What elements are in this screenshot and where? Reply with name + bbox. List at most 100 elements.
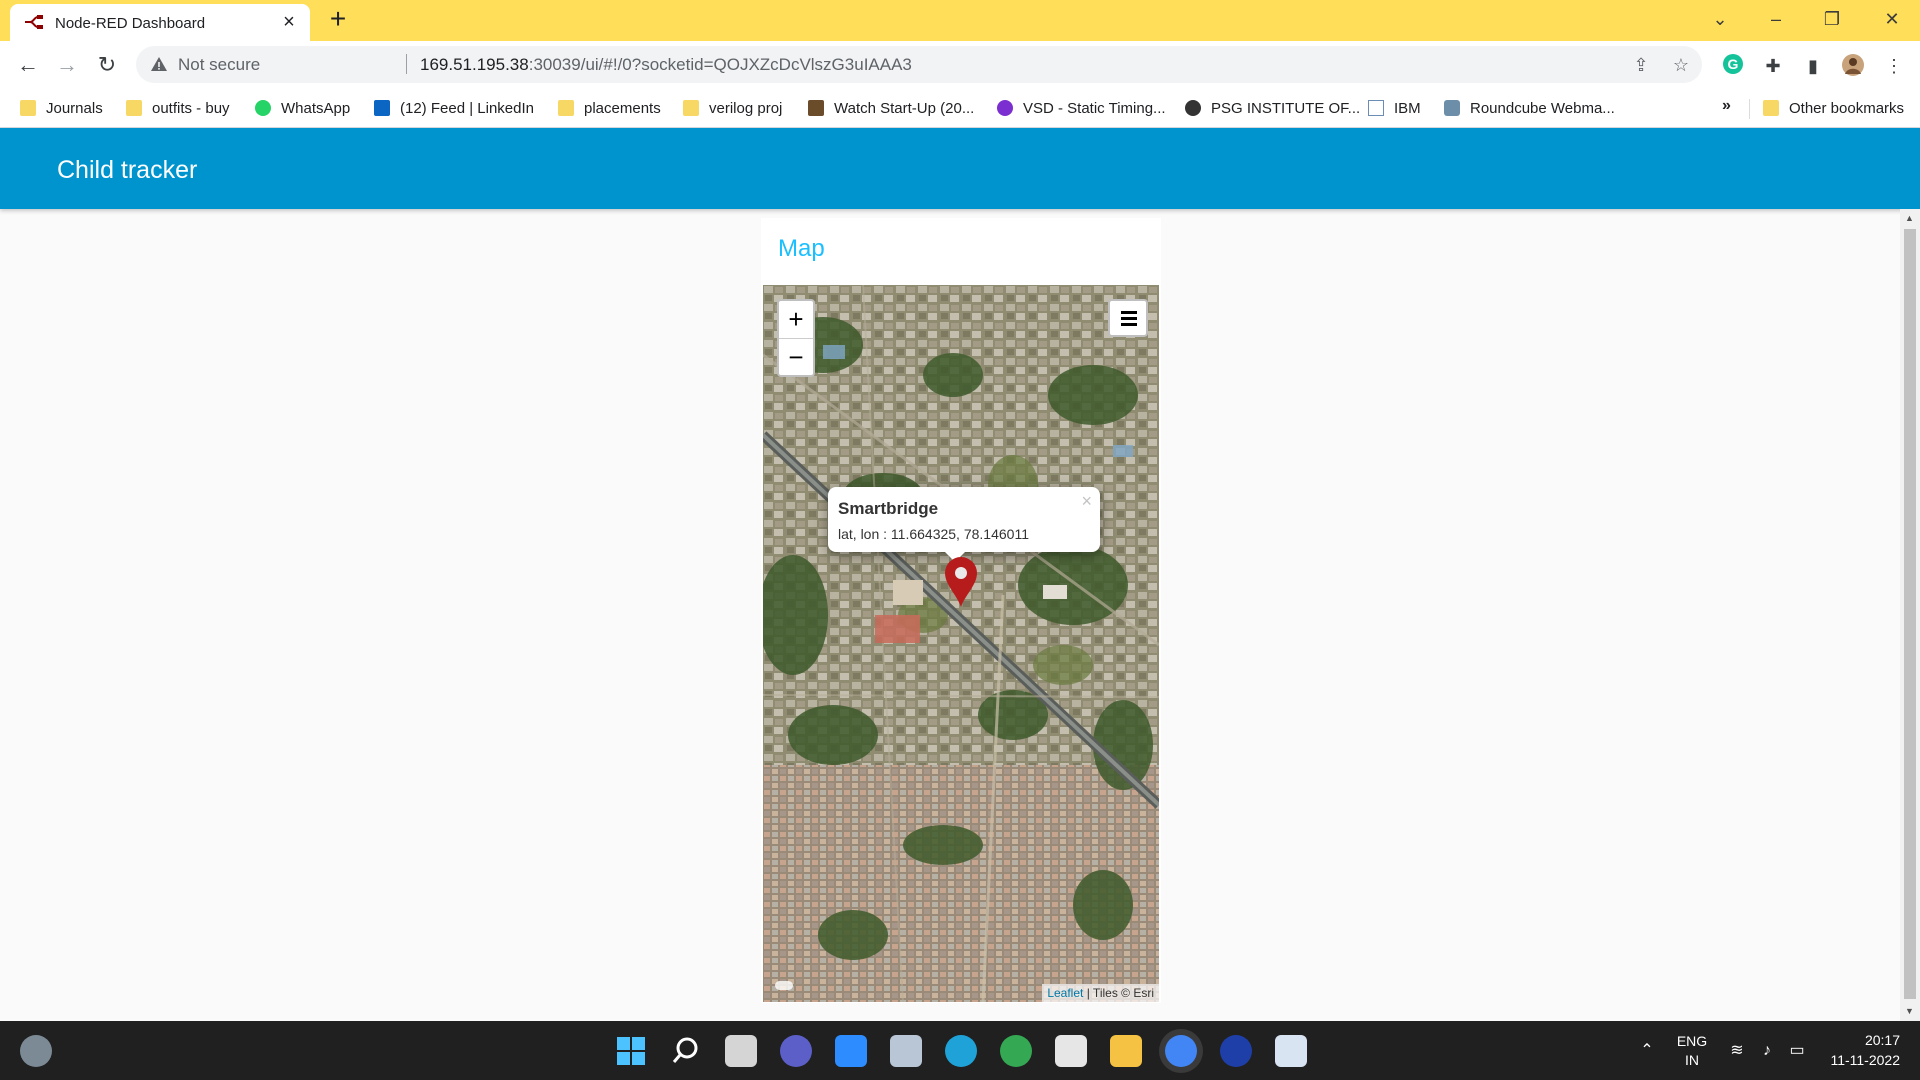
- bookmark-label: VSD - Static Timing...: [1023, 99, 1166, 117]
- url-path: :30039/ui/#!/0?socketid=QOJXZcDcVlszG3uI…: [528, 55, 912, 74]
- bookmark-whatsapp[interactable]: WhatsApp: [255, 97, 350, 119]
- security-label[interactable]: Not secure: [178, 55, 260, 75]
- whatsapp-icon: [255, 100, 271, 116]
- new-tab-button[interactable]: +: [324, 5, 352, 34]
- file-explorer-icon[interactable]: [1110, 1035, 1142, 1067]
- clock-date[interactable]: 11-11-2022: [1820, 1052, 1900, 1068]
- chrome-profile-icon[interactable]: [1000, 1035, 1032, 1067]
- language-bottom[interactable]: IN: [1672, 1052, 1712, 1068]
- scrollbar-thumb[interactable]: [1904, 229, 1916, 999]
- extensions-icon[interactable]: ✚: [1760, 53, 1786, 79]
- bookmark-label: Watch Start-Up (20...: [834, 99, 975, 117]
- window-close-icon[interactable]: ✕: [1864, 0, 1920, 41]
- card-title: Map: [778, 235, 825, 262]
- hamburger-icon: [1121, 311, 1137, 314]
- roundcube-icon: [1444, 100, 1460, 116]
- tab-close-icon[interactable]: ×: [278, 11, 300, 33]
- address-bar[interactable]: Not secure 169.51.195.38:30039/ui/#!/0?s…: [136, 46, 1702, 83]
- snipping-app-icon[interactable]: [890, 1035, 922, 1067]
- bookmark-roundcube[interactable]: Roundcube Webma...: [1444, 97, 1615, 119]
- side-panel-icon[interactable]: ▮: [1800, 53, 1826, 79]
- tab-search-icon[interactable]: ⌄: [1692, 0, 1748, 41]
- popup-title: Smartbridge: [838, 499, 939, 518]
- map-marker-icon[interactable]: [943, 555, 979, 609]
- bookmark-vsd[interactable]: VSD - Static Timing...: [997, 97, 1166, 119]
- zoom-in-button[interactable]: +: [779, 301, 813, 338]
- leaflet-link[interactable]: Leaflet: [1047, 986, 1083, 1000]
- layers-menu-button[interactable]: [1108, 299, 1148, 337]
- bookmark-psg[interactable]: PSG INSTITUTE OF...: [1185, 97, 1360, 119]
- clock-time[interactable]: 20:17: [1820, 1032, 1900, 1048]
- volume-icon[interactable]: ♪: [1756, 1040, 1778, 1062]
- bookmark-linkedin[interactable]: (12) Feed | LinkedIn: [374, 97, 534, 119]
- tab-strip: Node-RED Dashboard × + ⌄ – ❐ ✕: [0, 0, 1920, 41]
- popup-coordinates: lat, lon : 11.664325, 78.146011: [838, 526, 1029, 542]
- bookmark-ibm[interactable]: IBM: [1368, 97, 1421, 119]
- scroll-up-icon[interactable]: ▲: [1905, 213, 1914, 223]
- forward-icon[interactable]: →: [53, 51, 81, 79]
- bookmark-label: Journals: [46, 99, 103, 117]
- tray-overflow-icon[interactable]: ⌃: [1636, 1040, 1658, 1062]
- webex-icon[interactable]: [1220, 1035, 1252, 1067]
- linkedin-icon: [374, 100, 390, 116]
- bookmarks-overflow-icon[interactable]: »: [1722, 97, 1731, 115]
- bookmarks-divider: [1749, 99, 1750, 119]
- chrome-icon[interactable]: [1165, 1035, 1197, 1067]
- start-icon[interactable]: [615, 1035, 647, 1067]
- snip-tool-icon[interactable]: [1055, 1035, 1087, 1067]
- bookmark-label: verilog proj: [709, 99, 783, 117]
- wifi-icon[interactable]: ≋: [1726, 1040, 1748, 1062]
- node-red-icon: [25, 15, 43, 29]
- hamburger-icon: [1121, 317, 1137, 320]
- folder-icon: [20, 100, 36, 116]
- bookmark-verilog-proj[interactable]: verilog proj: [683, 97, 782, 119]
- share-icon[interactable]: ⇪: [1630, 54, 1652, 76]
- warning-icon: [151, 57, 167, 71]
- bookmark-outfits-buy[interactable]: outfits - buy: [126, 97, 230, 119]
- omnibox-divider: [406, 54, 407, 74]
- bookmark-label: placements: [584, 99, 661, 117]
- bookmark-placements[interactable]: placements: [558, 97, 661, 119]
- hamburger-icon: [1121, 323, 1137, 326]
- zoom-app-icon[interactable]: [835, 1035, 867, 1067]
- reload-icon[interactable]: ↻: [93, 51, 121, 79]
- restore-icon[interactable]: ❐: [1804, 0, 1860, 41]
- browser-tab[interactable]: Node-RED Dashboard ×: [10, 4, 310, 41]
- back-icon[interactable]: ←: [14, 51, 42, 79]
- bookmark-watch-startup[interactable]: Watch Start-Up (20...: [808, 97, 974, 119]
- edge-icon[interactable]: [945, 1035, 977, 1067]
- language-top[interactable]: ENG: [1672, 1033, 1712, 1049]
- bookmark-label: PSG INSTITUTE OF...: [1211, 99, 1361, 117]
- map-view[interactable]: + − Smartbridge lat, lon : 11.664325, 78…: [763, 285, 1159, 1002]
- bookmark-other[interactable]: Other bookmarks: [1763, 97, 1904, 119]
- grammarly-icon[interactable]: G: [1720, 53, 1746, 79]
- tab-title: Node-RED Dashboard: [55, 15, 206, 32]
- notepad-icon[interactable]: [1275, 1035, 1307, 1067]
- popup-close-icon[interactable]: ×: [1081, 491, 1092, 512]
- svg-text:G: G: [1728, 56, 1739, 72]
- bookmark-label: (12) Feed | LinkedIn: [400, 99, 534, 117]
- url-host: 169.51.195.38: [420, 55, 529, 74]
- bookmark-label: outfits - buy: [152, 99, 230, 117]
- app-header: Child tracker: [0, 128, 1920, 209]
- menu-kebab-icon[interactable]: ⋮: [1881, 53, 1907, 79]
- folder-icon: [558, 100, 574, 116]
- zoom-out-button[interactable]: −: [779, 338, 813, 375]
- url-text[interactable]: 169.51.195.38:30039/ui/#!/0?socketid=QOJ…: [420, 55, 912, 75]
- scroll-down-icon[interactable]: ▼: [1905, 1006, 1914, 1016]
- battery-icon[interactable]: ▭: [1786, 1040, 1808, 1062]
- teams-chat-icon[interactable]: [780, 1035, 812, 1067]
- search-icon[interactable]: [670, 1035, 702, 1067]
- task-view-icon[interactable]: [725, 1035, 757, 1067]
- star-icon[interactable]: ☆: [1670, 54, 1692, 76]
- os-taskbar: ⌃ ENG IN ≋ ♪ ▭ 20:17 11-11-2022: [0, 1021, 1920, 1080]
- weather-icon[interactable]: [20, 1035, 52, 1067]
- marker-popup: Smartbridge lat, lon : 11.664325, 78.146…: [828, 487, 1100, 562]
- profile-avatar[interactable]: [1840, 53, 1866, 79]
- page-scrollbar[interactable]: ▲ ▼: [1900, 209, 1920, 1021]
- bookmark-journals[interactable]: Journals: [20, 97, 103, 119]
- ibm-icon: [1368, 100, 1384, 116]
- folder-icon: [1763, 100, 1779, 116]
- satellite-map-imagery: [763, 285, 1159, 1002]
- minimize-icon[interactable]: –: [1748, 0, 1804, 41]
